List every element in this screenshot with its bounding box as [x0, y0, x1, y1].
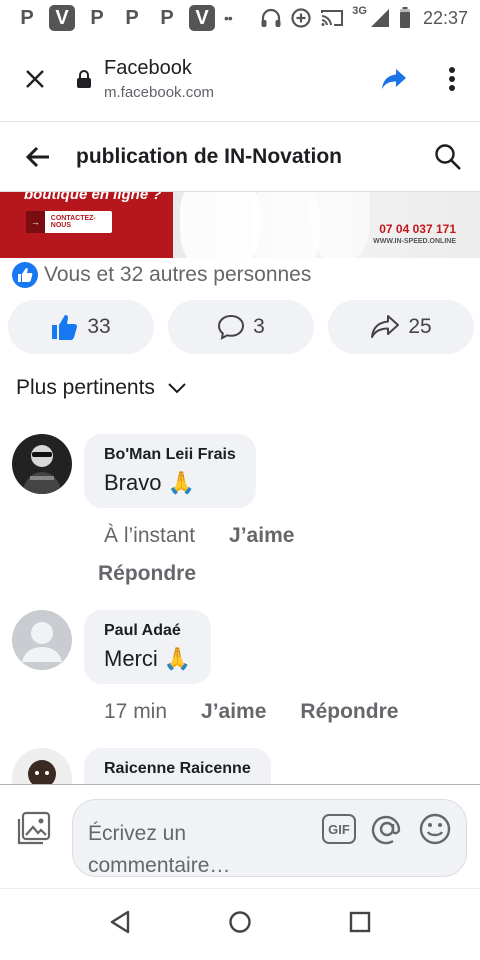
comment-bubble[interactable]: Paul Adaé Merci 🙏	[84, 610, 212, 684]
comment-icon	[218, 314, 245, 340]
at-sign-icon	[371, 815, 401, 845]
comment-time: 17 min	[104, 700, 168, 723]
share-count: 25	[408, 315, 432, 338]
banner-phone: 07 04 037 171	[379, 222, 456, 236]
add-photo-button[interactable]	[16, 811, 52, 852]
comment-like-link[interactable]: J’aime	[229, 524, 294, 548]
clock: 22:37	[422, 7, 468, 28]
notification-app-icon: V	[49, 5, 75, 31]
comment-reply-link[interactable]: Répondre	[98, 562, 196, 586]
comment-meta: À l’instant J’aime	[104, 524, 294, 548]
headphones-icon	[261, 8, 281, 27]
share-icon	[371, 315, 400, 338]
mention-button[interactable]	[370, 812, 404, 846]
comment-button[interactable]: 3	[168, 300, 314, 354]
notification-app-icon: P	[90, 6, 104, 29]
comment-placeholder: Écrivez un commentaire…	[88, 818, 288, 882]
comment-reply-link[interactable]: Répondre	[300, 700, 398, 724]
comment-like-link[interactable]: J’aime	[201, 700, 266, 724]
banner-decoration	[180, 192, 260, 258]
comment-composer: Écrivez un commentaire… GIF	[0, 784, 480, 888]
close-icon	[26, 69, 44, 88]
data-saver-icon	[291, 8, 311, 28]
chevron-down-icon	[168, 383, 186, 394]
system-nav-bar	[0, 888, 480, 960]
comment-input[interactable]: Écrivez un commentaire… GIF	[72, 799, 467, 877]
notification-app-icon: P	[160, 6, 174, 29]
emoji-button[interactable]	[418, 812, 452, 846]
comment-time: À l’instant	[104, 524, 196, 547]
comment-meta: 17 min J’aime Répondre	[104, 700, 398, 724]
comment-placeholder-line: Écrivez un	[88, 822, 187, 845]
comment-author[interactable]: Bo'Man Leii Frais	[104, 446, 236, 464]
avatar[interactable]	[12, 434, 72, 494]
banner-decoration	[310, 192, 370, 258]
comment: Bo'Man Leii Frais Bravo 🙏	[12, 434, 256, 508]
address-bar[interactable]: Facebook m.facebook.com	[98, 57, 364, 101]
nav-recents-button[interactable]	[349, 911, 371, 938]
banner-website: WWW.IN-SPEED.ONLINE	[373, 238, 456, 245]
comment-sort-dropdown[interactable]: Plus pertinents	[16, 376, 187, 400]
share-post-button[interactable]: 25	[328, 300, 474, 354]
browser-bar: Facebook m.facebook.com	[0, 36, 480, 122]
post-image[interactable]: boutique en ligne ? → CONTACTEZ-NOUS 07 …	[0, 192, 480, 258]
nav-home-button[interactable]	[228, 910, 252, 939]
comment-author[interactable]: Paul Adaé	[104, 622, 191, 640]
notification-app-icon: V	[189, 5, 215, 31]
arrow-back-icon	[25, 146, 49, 167]
overflow-menu-button[interactable]	[424, 66, 480, 92]
network-type-label: 3G	[352, 5, 367, 17]
banner-cta-label: CONTACTEZ-NOUS	[50, 215, 96, 229]
page-header: publication de IN-Novation	[0, 122, 480, 192]
search-button[interactable]	[416, 143, 480, 171]
comment-text: Bravo 🙏	[104, 470, 195, 495]
like-button[interactable]: 33	[8, 300, 154, 354]
comment-count: 3	[253, 315, 265, 338]
thumbs-up-icon	[52, 315, 78, 340]
lock-icon[interactable]	[70, 69, 98, 89]
notification-app-icon: P	[125, 6, 139, 29]
gif-button[interactable]: GIF	[322, 812, 356, 846]
nav-back-button[interactable]	[109, 910, 131, 939]
comment-bubble[interactable]: Bo'Man Leii Frais Bravo 🙏	[84, 434, 256, 508]
reactions-summary-text: Vous et 32 autres personnes	[44, 263, 312, 286]
post-header-title: publication de IN-Novation	[76, 144, 342, 168]
close-tab-button[interactable]	[0, 68, 70, 90]
share-arrow-icon	[382, 68, 406, 89]
battery-icon	[399, 7, 410, 28]
arrow-right-icon: →	[26, 211, 45, 233]
circle-home-icon	[229, 911, 251, 933]
more-notifications-icon: ••	[224, 10, 233, 26]
more-vert-icon	[449, 66, 455, 91]
notification-app-icon: P	[20, 6, 34, 29]
signal-icon	[370, 9, 389, 27]
back-button[interactable]	[0, 146, 76, 168]
like-reaction-icon	[12, 262, 38, 288]
comment-author[interactable]: Raicenne Raicenne	[104, 760, 251, 778]
search-icon	[435, 143, 461, 170]
gif-icon: GIF	[322, 814, 356, 844]
cast-icon	[321, 10, 344, 26]
banner-contact-button: → CONTACTEZ-NOUS	[26, 211, 112, 233]
avatar[interactable]	[12, 610, 72, 670]
square-recents-icon	[350, 911, 371, 933]
comment-placeholder-line: commentaire…	[88, 854, 231, 877]
triangle-back-icon	[110, 910, 129, 934]
page-title: Facebook	[104, 56, 192, 79]
page-url: m.facebook.com	[104, 83, 215, 101]
reactions-summary[interactable]: Vous et 32 autres personnes	[12, 262, 311, 288]
share-button[interactable]	[364, 67, 424, 91]
status-bar: P V P P P V •• 3G 22:37	[0, 0, 480, 36]
like-count: 33	[87, 315, 111, 338]
comment-text: Merci 🙏	[104, 646, 192, 671]
photo-icon	[17, 811, 51, 845]
smiley-icon	[419, 813, 451, 845]
comment: Paul Adaé Merci 🙏	[12, 610, 212, 684]
post-actions: 33 3 25	[8, 300, 474, 354]
sort-label: Plus pertinents	[16, 376, 155, 399]
banner-tagline: boutique en ligne ?	[24, 192, 162, 203]
